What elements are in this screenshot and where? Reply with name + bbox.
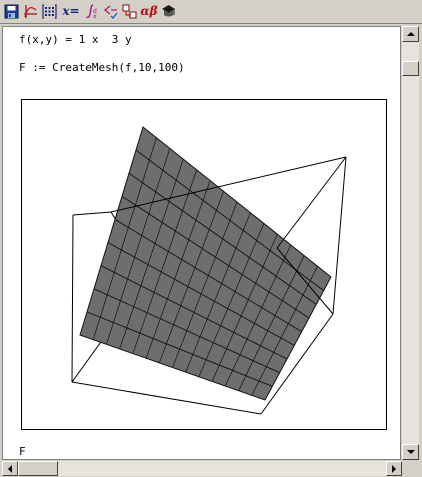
surface-plot[interactable] xyxy=(21,99,387,430)
horizontal-scroll-thumb[interactable] xyxy=(18,461,58,476)
scroll-up-button[interactable] xyxy=(402,26,419,42)
scrollbar-corner xyxy=(402,461,419,476)
vertical-scrollbar[interactable] xyxy=(402,26,419,460)
svg-text:x: x xyxy=(93,13,97,19)
programming-icon[interactable] xyxy=(121,3,138,20)
save-icon[interactable] xyxy=(3,3,20,20)
scroll-right-button[interactable] xyxy=(386,461,402,476)
result-variable[interactable]: F xyxy=(19,445,26,458)
scroll-down-button[interactable] xyxy=(402,444,419,460)
symbolic-keyword-icon[interactable] xyxy=(160,3,177,20)
plot-surface xyxy=(79,126,332,401)
graph-icon[interactable] xyxy=(22,3,39,20)
mesh-assignment[interactable]: F := CreateMesh(f,10,100) xyxy=(19,61,185,74)
function-definition[interactable]: f(x,y) = 1 x 3 y xyxy=(19,33,132,46)
horizontal-scrollbar[interactable] xyxy=(2,461,402,476)
matrix-icon[interactable] xyxy=(41,3,58,20)
evaluation-label[interactable]: x= xyxy=(60,3,82,20)
calculus-integral-icon[interactable]: d x xyxy=(83,3,100,20)
mathcad-window: x= d x αβ f(x,y) = 1 x 3 y F:= CreateMe… xyxy=(0,0,422,477)
worksheet[interactable]: f(x,y) = 1 x 3 y F := CreateMesh(f,10,10… xyxy=(2,26,401,460)
box-edge xyxy=(332,156,347,315)
box-edge xyxy=(71,214,74,383)
boolean-icon[interactable] xyxy=(102,3,119,20)
greek-label[interactable]: αβ xyxy=(140,3,158,20)
vertical-scroll-thumb[interactable] xyxy=(402,61,419,77)
scroll-left-button[interactable] xyxy=(2,461,18,476)
box-edge xyxy=(72,211,112,216)
math-toolbar: x= d x αβ xyxy=(0,0,422,24)
